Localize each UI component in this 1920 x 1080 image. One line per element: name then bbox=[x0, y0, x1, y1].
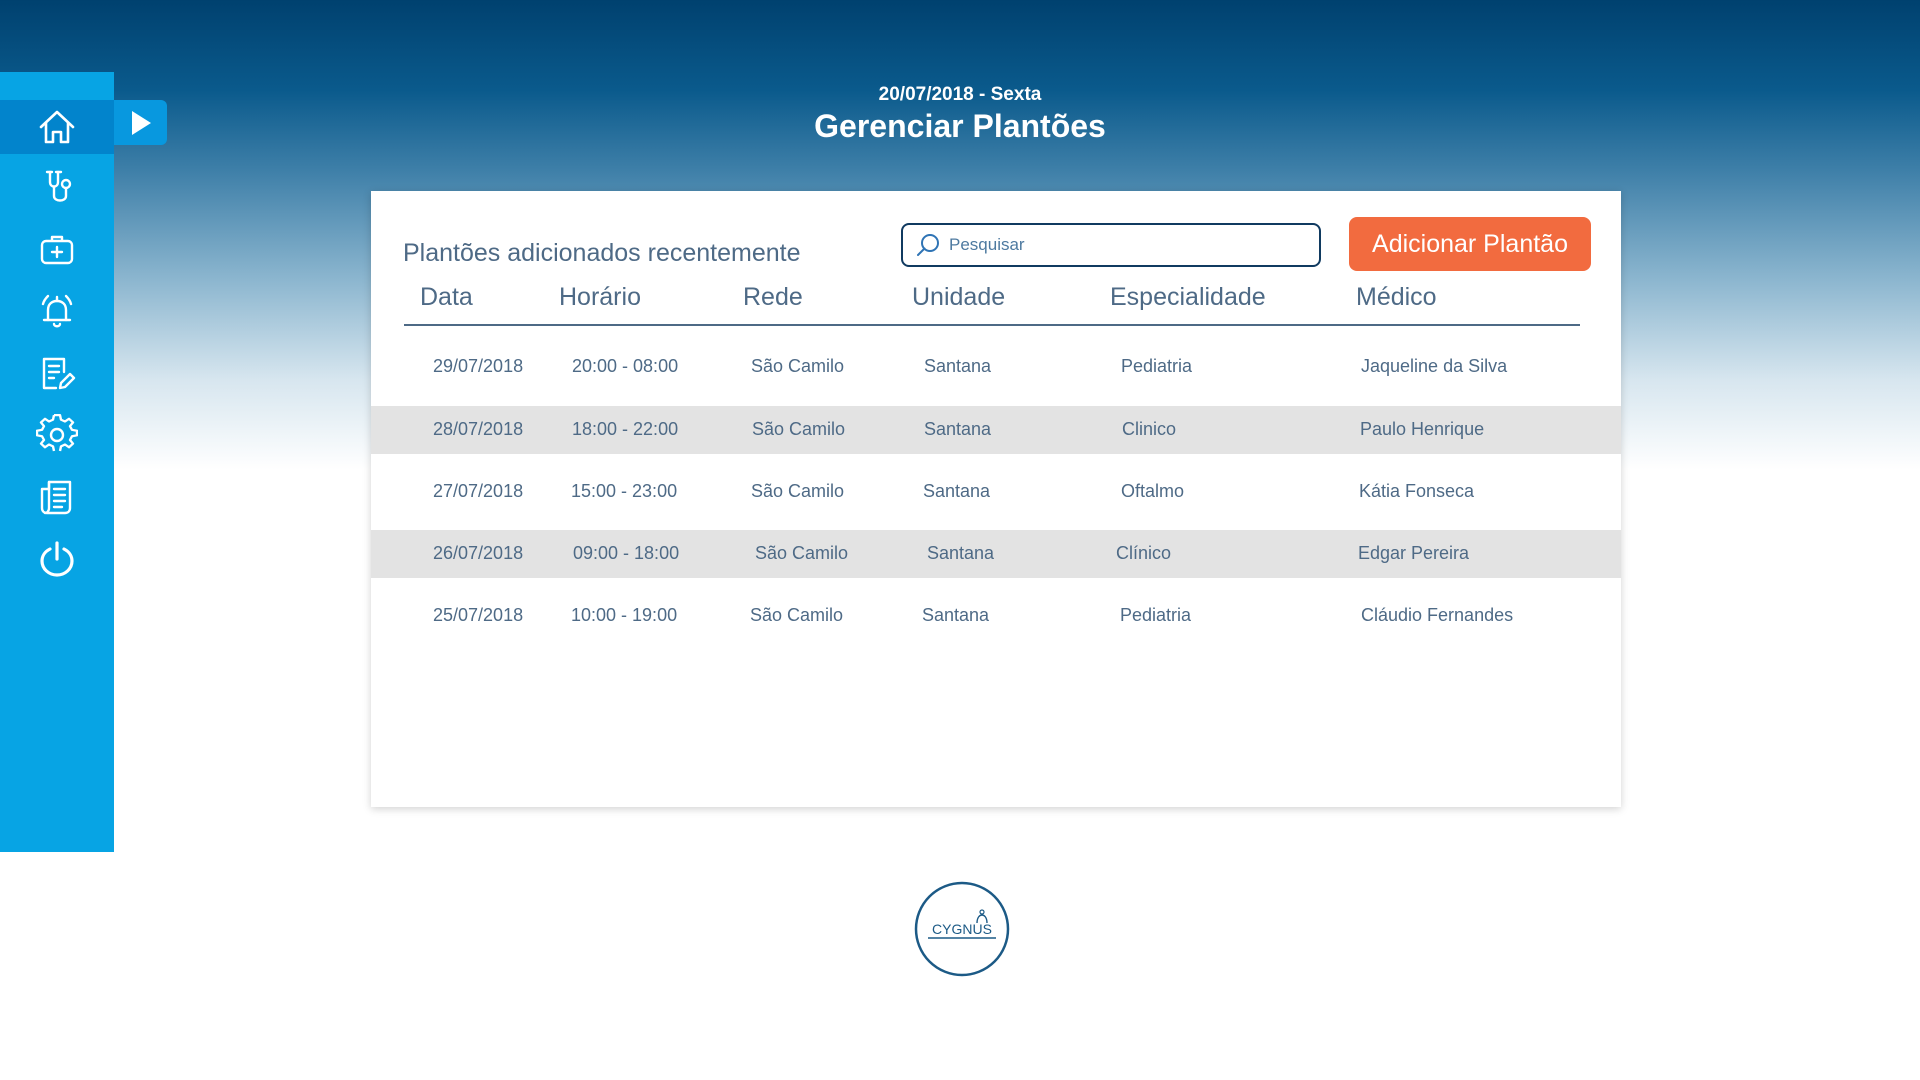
cygnus-logo: CYGNUS bbox=[914, 881, 1010, 977]
shifts-card: Plantões adicionados recentemente Adicio… bbox=[371, 191, 1621, 807]
header-date: 20/07/2018 - Sexta bbox=[878, 84, 1042, 105]
table-row[interactable]: 26/07/2018 09:00 - 18:00 São Camilo Sant… bbox=[371, 530, 1621, 578]
cell-doctor: Cláudio Fernandes bbox=[1361, 605, 1514, 625]
table-row[interactable]: 25/07/2018 10:00 - 19:00 São Camilo Sant… bbox=[371, 592, 1621, 640]
table-row[interactable]: 27/07/2018 15:00 - 23:00 São Camilo Sant… bbox=[371, 468, 1621, 516]
search-icon bbox=[917, 234, 939, 256]
sidebar-item-doctors[interactable] bbox=[0, 160, 114, 214]
edit-document-icon bbox=[42, 357, 76, 390]
search-input[interactable] bbox=[949, 235, 1309, 255]
alarm-icon bbox=[41, 294, 73, 328]
cell-unit: Santana bbox=[924, 419, 992, 439]
sidebar-item-units[interactable] bbox=[0, 222, 114, 276]
cell-date: 27/07/2018 bbox=[433, 481, 524, 501]
search-box[interactable] bbox=[901, 223, 1321, 267]
column-header-specialty[interactable]: Especialidade bbox=[1110, 283, 1266, 312]
documents-icon bbox=[40, 480, 72, 515]
gear-icon bbox=[36, 414, 78, 452]
cell-unit: Santana bbox=[922, 605, 990, 625]
column-header-unit[interactable]: Unidade bbox=[912, 283, 1005, 312]
power-icon bbox=[40, 541, 74, 577]
medical-kit-icon bbox=[40, 235, 74, 265]
cell-time: 15:00 - 23:00 bbox=[571, 481, 678, 501]
sidebar-item-settings[interactable] bbox=[0, 408, 114, 462]
sidebar-item-documents[interactable] bbox=[0, 470, 114, 524]
table-header: Data Horário Rede Unidade Especialidade … bbox=[404, 273, 1580, 326]
column-header-date[interactable]: Data bbox=[420, 283, 473, 312]
cell-time: 10:00 - 19:00 bbox=[571, 605, 678, 625]
page-title: Gerenciar Plantões bbox=[814, 108, 1106, 144]
cell-date: 29/07/2018 bbox=[433, 356, 524, 376]
cell-unit: Santana bbox=[924, 356, 992, 376]
sidebar-item-logout[interactable] bbox=[0, 532, 114, 586]
cell-time: 20:00 - 08:00 bbox=[572, 356, 679, 376]
cell-doctor: Edgar Pereira bbox=[1358, 543, 1470, 563]
cell-time: 09:00 - 18:00 bbox=[573, 543, 680, 563]
cell-network: São Camilo bbox=[752, 419, 846, 439]
cell-specialty: Clinico bbox=[1122, 419, 1177, 439]
cell-network: São Camilo bbox=[751, 356, 845, 376]
cell-specialty: Clínico bbox=[1116, 543, 1172, 563]
cell-specialty: Pediatria bbox=[1121, 356, 1193, 376]
sidebar bbox=[0, 72, 114, 852]
cell-doctor: Kátia Fonseca bbox=[1359, 481, 1475, 501]
cell-specialty: Pediatria bbox=[1120, 605, 1192, 625]
column-header-doctor[interactable]: Médico bbox=[1356, 283, 1437, 312]
card-heading: Plantões adicionados recentemente bbox=[403, 239, 801, 267]
cell-doctor: Jaqueline da Silva bbox=[1361, 356, 1508, 376]
sidebar-item-reports[interactable] bbox=[0, 346, 114, 400]
cell-network: São Camilo bbox=[751, 481, 845, 501]
cell-network: São Camilo bbox=[755, 543, 849, 563]
logo-text: CYGNUS bbox=[932, 921, 992, 937]
cell-unit: Santana bbox=[923, 481, 991, 501]
cell-specialty: Oftalmo bbox=[1121, 481, 1185, 501]
sidebar-item-alerts[interactable] bbox=[0, 284, 114, 338]
stethoscope-icon bbox=[45, 170, 72, 202]
cell-date: 26/07/2018 bbox=[433, 543, 524, 563]
table-row[interactable]: 28/07/2018 18:00 - 22:00 São Camilo Sant… bbox=[371, 406, 1621, 454]
cell-time: 18:00 - 22:00 bbox=[572, 419, 679, 439]
add-shift-button[interactable]: Adicionar Plantão bbox=[1349, 217, 1591, 271]
cell-date: 28/07/2018 bbox=[433, 419, 524, 439]
column-header-network[interactable]: Rede bbox=[743, 283, 803, 312]
table-row[interactable]: 29/07/2018 20:00 - 08:00 São Camilo Sant… bbox=[371, 343, 1621, 391]
cell-unit: Santana bbox=[927, 543, 995, 563]
column-header-time[interactable]: Horário bbox=[559, 283, 641, 312]
cell-doctor: Paulo Henrique bbox=[1360, 419, 1485, 439]
cell-date: 25/07/2018 bbox=[433, 605, 524, 625]
cell-network: São Camilo bbox=[750, 605, 844, 625]
